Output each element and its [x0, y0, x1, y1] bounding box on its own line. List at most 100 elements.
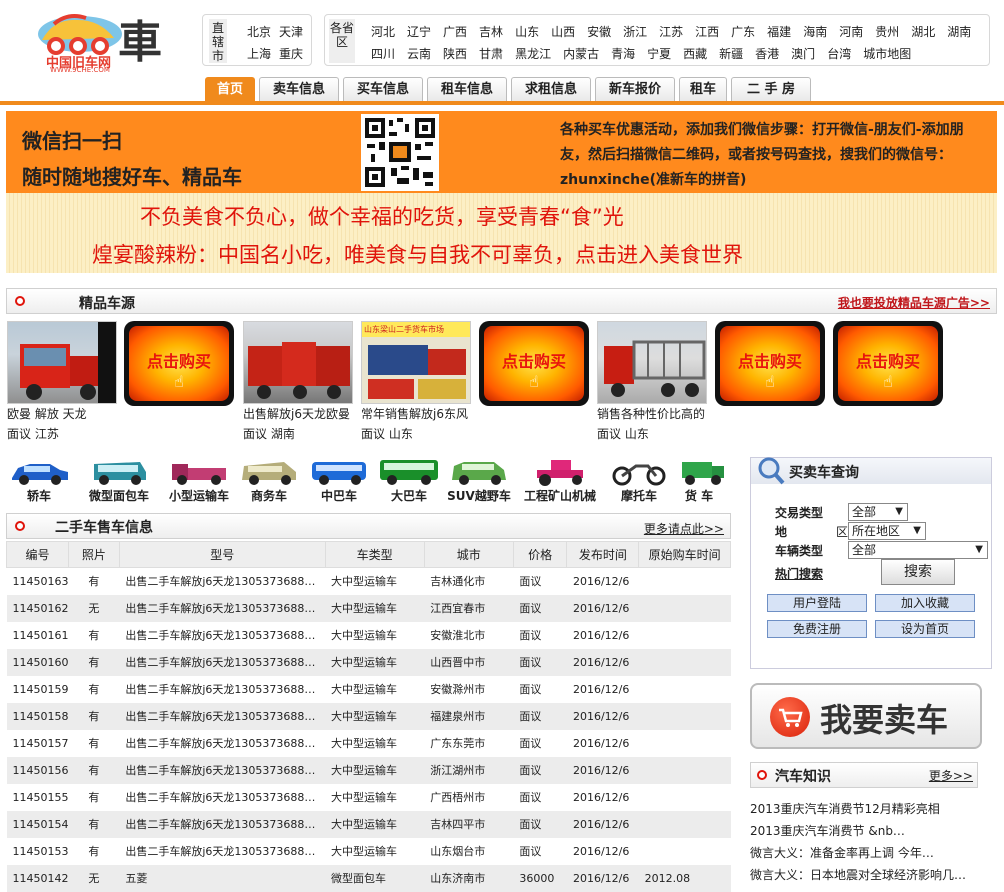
sell-car-button[interactable]: 我要卖车: [750, 683, 982, 749]
cartype-bus[interactable]: 大巴车: [374, 458, 444, 504]
more-link[interactable]: 更多请点此>>: [644, 520, 724, 537]
province-link[interactable]: 城市地图: [863, 47, 911, 61]
province-link[interactable]: 甘肃: [479, 47, 503, 61]
car-photo[interactable]: [7, 321, 117, 404]
news-link[interactable]: 微言大义：准备金率再上调 今年…: [750, 844, 990, 861]
province-link[interactable]: 浙江: [623, 25, 647, 39]
city-link[interactable]: 上海: [247, 45, 271, 62]
city-link[interactable]: 北京: [247, 23, 271, 40]
car-caption[interactable]: 欧曼 解放 天龙 面议 江苏: [7, 404, 127, 444]
buy-button[interactable]: 点击购买 ☝: [479, 321, 589, 406]
table-cell[interactable]: 出售二手车解放j6天龙1305373688…: [119, 783, 326, 811]
nav-tab[interactable]: 新车报价: [595, 77, 675, 102]
table-cell[interactable]: 出售二手车解放j6天龙1305373688…: [119, 675, 326, 703]
cartype-suv[interactable]: SUV越野车: [444, 458, 514, 504]
cartype-sedan[interactable]: 轿车: [4, 458, 74, 504]
trade-type-select[interactable]: 全部 ▼: [848, 503, 908, 521]
food-banner[interactable]: 不负美食不负心，做个幸福的吃货，享受青春“食”光 煌宴酸辣粉：中国名小吃，唯美食…: [6, 193, 997, 273]
table-row[interactable]: 11450157 有出售二手车解放j6天龙1305373688… 大中型运输车 广东东…: [6, 729, 731, 757]
register-button[interactable]: 免费注册: [767, 620, 867, 638]
province-link[interactable]: 内蒙古: [563, 47, 599, 61]
cartype-minibus[interactable]: 中巴车: [304, 458, 374, 504]
knowledge-more-link[interactable]: 更多>>: [929, 767, 973, 784]
province-link[interactable]: 青海: [611, 47, 635, 61]
table-cell[interactable]: 五菱: [119, 864, 326, 892]
table-row[interactable]: 11450155 有出售二手车解放j6天龙1305373688… 大中型运输车 广西梧…: [6, 783, 731, 811]
province-link[interactable]: 安徽: [587, 25, 611, 39]
province-link[interactable]: 云南: [407, 47, 431, 61]
province-link[interactable]: 辽宁: [407, 25, 431, 39]
province-link[interactable]: 黑龙江: [515, 47, 551, 61]
table-row[interactable]: 11450159 有出售二手车解放j6天龙1305373688… 大中型运输车 安徽滁…: [6, 675, 731, 703]
province-link[interactable]: 贵州: [875, 25, 899, 39]
province-link[interactable]: 四川: [371, 47, 395, 61]
province-link[interactable]: 湖北: [911, 25, 935, 39]
province-link[interactable]: 台湾: [827, 47, 851, 61]
province-link[interactable]: 香港: [755, 47, 779, 61]
province-link[interactable]: 海南: [803, 25, 827, 39]
cartype-small-transport[interactable]: 小型运输车: [164, 458, 234, 504]
ad-link[interactable]: 我也要投放精品车源广告>>: [838, 294, 990, 311]
province-link[interactable]: 湖南: [947, 25, 971, 39]
region-select[interactable]: 所在地区 ▼: [848, 522, 926, 540]
province-link[interactable]: 山西: [551, 25, 575, 39]
news-link[interactable]: 2013重庆汽车消费节12月精彩亮相: [750, 800, 990, 817]
set-homepage-button[interactable]: 设为首页: [875, 620, 975, 638]
table-row[interactable]: 11450163 有出售二手车解放j6天龙1305373688… 大中型运输车 吉林通…: [6, 567, 731, 595]
car-photo[interactable]: 山东梁山二手货车市场: [361, 321, 471, 404]
site-logo[interactable]: 車 中国旧车网 WWW.9CHE.COM: [34, 10, 174, 74]
wechat-banner[interactable]: 微信扫一扫 随时随地搜好车、精品车 各种买车优惠活动，添加我们微信步骤：打开微信…: [6, 111, 997, 193]
cartype-business[interactable]: 商务车: [234, 458, 304, 504]
table-row[interactable]: 11450158 有出售二手车解放j6天龙1305373688… 大中型运输车 福建泉…: [6, 702, 731, 730]
table-row[interactable]: 11450142 无五菱 微型面包车 山东济南市 36000 2016/12/6 2012.…: [6, 864, 731, 892]
car-caption[interactable]: 常年销售解放j6东风 面议 山东: [361, 404, 481, 444]
news-link[interactable]: 2013重庆汽车消费节 &nb…: [750, 822, 990, 839]
province-link[interactable]: 福建: [767, 25, 791, 39]
nav-tab[interactable]: 求租信息: [511, 77, 591, 102]
province-link[interactable]: 广西: [443, 25, 467, 39]
news-link[interactable]: 微言大义：日本地震对全球经济影响几…: [750, 866, 990, 883]
city-link[interactable]: 重庆: [279, 45, 303, 62]
province-link[interactable]: 吉林: [479, 25, 503, 39]
table-cell[interactable]: 出售二手车解放j6天龙1305373688…: [119, 837, 326, 865]
table-cell[interactable]: 出售二手车解放j6天龙1305373688…: [119, 756, 326, 784]
search-button[interactable]: 搜索: [881, 559, 955, 585]
province-link[interactable]: 河南: [839, 25, 863, 39]
province-link[interactable]: 河北: [371, 25, 395, 39]
nav-tab[interactable]: 买车信息: [343, 77, 423, 102]
table-row[interactable]: 11450161 有出售二手车解放j6天龙1305373688… 大中型运输车 安徽淮…: [6, 621, 731, 649]
province-link[interactable]: 宁夏: [647, 47, 671, 61]
nav-tab[interactable]: 卖车信息: [259, 77, 339, 102]
table-cell[interactable]: 出售二手车解放j6天龙1305373688…: [119, 729, 326, 757]
table-row[interactable]: 11450156 有出售二手车解放j6天龙1305373688… 大中型运输车 浙江湖…: [6, 756, 731, 784]
buy-button[interactable]: 点击购买 ☝: [715, 321, 825, 406]
buy-button[interactable]: 点击购买 ☝: [124, 321, 234, 406]
province-link[interactable]: 江西: [695, 25, 719, 39]
table-cell[interactable]: 出售二手车解放j6天龙1305373688…: [119, 567, 326, 595]
nav-tab[interactable]: 租车: [679, 77, 727, 102]
car-photo[interactable]: [243, 321, 353, 404]
province-link[interactable]: 山东: [515, 25, 539, 39]
car-photo[interactable]: [597, 321, 707, 404]
buy-button[interactable]: 点击购买 ☝: [833, 321, 943, 406]
car-caption[interactable]: 销售各种性价比高的 面议 山东: [597, 404, 717, 444]
city-link[interactable]: 天津: [279, 23, 303, 40]
province-link[interactable]: 澳门: [791, 47, 815, 61]
table-row[interactable]: 11450153 有出售二手车解放j6天龙1305373688… 大中型运输车 山东烟…: [6, 837, 731, 865]
nav-tab[interactable]: 首页: [205, 77, 255, 102]
table-cell[interactable]: 出售二手车解放j6天龙1305373688…: [119, 594, 326, 622]
cartype-minivan[interactable]: 微型面包车: [84, 458, 154, 504]
province-link[interactable]: 广东: [731, 25, 755, 39]
province-link[interactable]: 西藏: [683, 47, 707, 61]
table-cell[interactable]: 出售二手车解放j6天龙1305373688…: [119, 648, 326, 676]
table-row[interactable]: 11450162 无出售二手车解放j6天龙1305373688… 大中型运输车 江西宜…: [6, 594, 731, 622]
province-link[interactable]: 陕西: [443, 47, 467, 61]
table-cell[interactable]: 出售二手车解放j6天龙1305373688…: [119, 621, 326, 649]
table-row[interactable]: 11450154 有出售二手车解放j6天龙1305373688… 大中型运输车 吉林四…: [6, 810, 731, 838]
hot-search-link[interactable]: 热门搜索: [775, 565, 823, 582]
table-cell[interactable]: 出售二手车解放j6天龙1305373688…: [119, 810, 326, 838]
nav-tab[interactable]: 二 手 房: [731, 77, 811, 102]
cartype-truck[interactable]: 货 车: [664, 458, 734, 504]
favorite-button[interactable]: 加入收藏: [875, 594, 975, 612]
login-button[interactable]: 用户登陆: [767, 594, 867, 612]
